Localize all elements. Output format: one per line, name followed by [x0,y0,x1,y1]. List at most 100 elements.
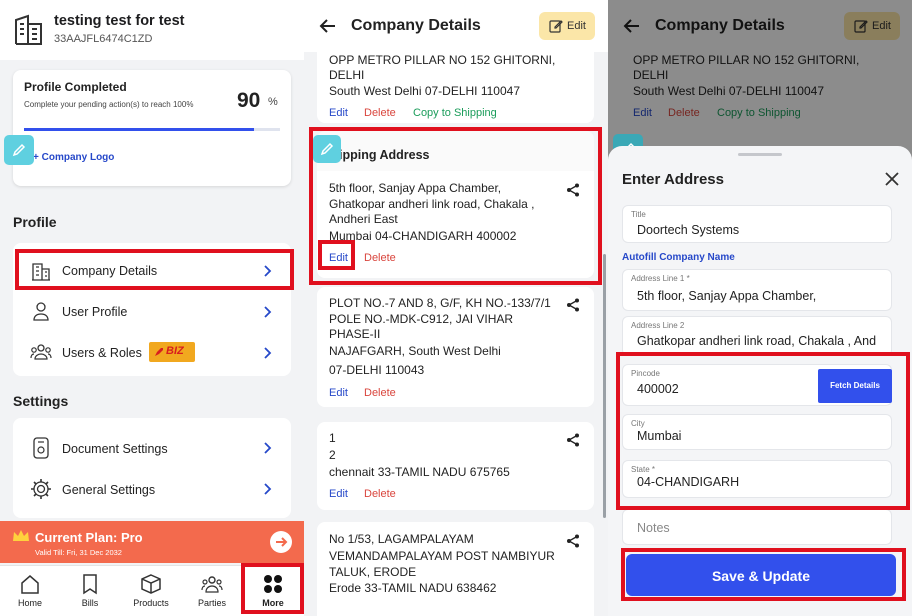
city-label: City [631,419,645,428]
profile-section-title: Profile [13,214,57,230]
nav-bills[interactable]: Bills [60,566,120,616]
address-line: POLE NO.-MDK-C912, JAI VIHAR [329,312,514,326]
pencil-icon [12,143,26,157]
share-icon[interactable] [566,534,580,548]
menu-document-settings[interactable]: Document Settings [13,430,291,468]
nav-more[interactable]: More [243,566,303,616]
close-icon[interactable] [885,172,899,186]
biz-badge-text: BIZ [166,345,184,357]
document-settings-label: Document Settings [62,442,168,456]
save-update-label: Save & Update [711,568,811,584]
address-line: DELHI [329,68,365,82]
profile-progress-fill [24,128,255,131]
current-plan-valid: Valid Till: Fri, 31 Dec 2032 [35,548,122,557]
copy-to-shipping-link[interactable]: Copy to Shipping [413,107,497,119]
address-line-1-field[interactable]: Address Line 1 * 5th floor, Sanjay Appa … [622,269,892,311]
business-header[interactable]: testing test for test 33AAJFL6474C1ZD [0,0,304,60]
edit-pencil-fab[interactable] [4,135,34,165]
state-value: 04-CHANDIGARH [637,475,740,489]
edit-company-button[interactable]: Edit [539,12,595,40]
nav-parties[interactable]: Parties [182,566,242,616]
edit-address-link[interactable]: Edit [329,107,348,119]
gear-icon [31,479,51,499]
menu-user-profile[interactable]: User Profile [13,293,291,331]
address-line: No 1/53, LAGAMPALAYAM [329,532,474,546]
add-company-logo-link[interactable]: + Company Logo [33,152,114,163]
delete-address-link[interactable]: Delete [364,488,396,500]
edit-pencil-fab[interactable] [313,135,341,163]
sheet-drag-handle[interactable] [738,153,782,156]
building-icon [32,263,50,281]
pencil-icon [320,142,334,156]
address-line: Andheri East [329,212,398,226]
address-line-1-label: Address Line 1 * [631,274,690,283]
pincode-field[interactable]: Pincode 400002 Fetch Details [622,364,892,406]
pincode-label: Pincode [631,369,660,378]
nav-products[interactable]: Products [121,566,181,616]
chevron-right-icon [264,442,272,454]
menu-users-roles[interactable]: Users & Roles BIZ [13,333,291,371]
share-icon[interactable] [566,298,580,312]
current-plan-title: Current Plan: Pro [35,530,143,545]
scrollbar[interactable] [603,254,606,518]
address-line-2-label: Address Line 2 [631,321,685,330]
business-name: testing test for test [54,13,185,29]
address-line-2-field[interactable]: Address Line 2 Ghatkopar andheri link ro… [622,316,892,356]
address-line: VEMANDAMPALAYAM POST NAMBIYUR [329,549,555,563]
profile-completed-subtitle: Complete your pending action(s) to reach… [24,100,194,109]
rocket-icon [155,348,163,356]
menu-general-settings[interactable]: General Settings [13,471,291,509]
address-line: 2 [329,448,336,462]
crown-icon [13,530,29,541]
parties-icon [201,576,223,593]
address-line: NAJAFGARH, South West Delhi [329,344,501,358]
chevron-right-icon [264,265,272,277]
fetch-details-button[interactable]: Fetch Details [818,369,892,403]
building-logo-icon [15,14,42,45]
delete-address-link[interactable]: Delete [364,252,396,264]
menu-company-details[interactable]: Company Details [13,251,291,289]
nav-home[interactable]: Home [0,566,60,616]
profile-completion-card[interactable]: Profile Completed Complete your pending … [13,70,291,186]
back-arrow-icon[interactable] [318,16,338,36]
title-field[interactable]: Title Doortech Systems [622,205,892,243]
delete-address-link[interactable]: Delete [364,107,396,119]
address-line: OPP METRO PILLAR NO 152 GHITORNI, [329,53,556,67]
plan-arrow-button[interactable] [270,531,292,553]
profile-completed-title: Profile Completed [24,80,127,94]
address-card: 1 2 chennait 33-TAMIL NADU 675765 Edit D… [317,422,594,510]
grid-icon [264,575,282,593]
city-field[interactable]: City Mumbai [622,414,892,450]
company-details-appbar: Company Details Edit [304,0,608,52]
nav-more-label: More [262,598,284,608]
fetch-details-label: Fetch Details [830,381,880,390]
enter-address-title: Enter Address [622,171,724,188]
share-icon[interactable] [566,433,580,447]
edit-shipping-address-link[interactable]: Edit [329,252,348,264]
share-icon[interactable] [566,183,580,197]
arrow-right-icon [276,537,288,547]
save-update-button[interactable]: Save & Update [626,554,896,596]
state-label: State * [631,465,656,474]
edit-address-link[interactable]: Edit [329,387,348,399]
chevron-right-icon [264,347,272,359]
delete-address-link[interactable]: Delete [364,387,396,399]
document-icon [33,437,49,459]
current-plan-banner[interactable]: Current Plan: Pro Valid Till: Fri, 31 De… [0,521,304,563]
autofill-company-name-link[interactable]: Autofill Company Name [622,252,735,263]
state-field[interactable]: State * 04-CHANDIGARH [622,460,892,498]
address-line: Ghatkopar andheri link road, Chakala , [329,197,535,211]
address-line: 1 [329,431,336,445]
address-line: 5th floor, Sanjay Appa Chamber, [329,181,502,195]
settings-menu-card: Document Settings General Settings [13,418,291,518]
user-icon [33,302,49,321]
edit-address-link[interactable]: Edit [329,488,348,500]
title-field-label: Title [631,210,646,219]
billing-address-card: OPP METRO PILLAR NO 152 GHITORNI, DELHI … [317,48,594,123]
notes-field[interactable]: Notes [622,509,892,545]
address-line: Mumbai 04-CHANDIGARH 400002 [329,229,517,243]
shipping-address-card: 5th floor, Sanjay Appa Chamber, Ghatkopa… [317,171,594,278]
nav-parties-label: Parties [197,598,226,608]
pincode-value: 400002 [637,382,679,396]
nav-products-label: Products [133,598,169,608]
